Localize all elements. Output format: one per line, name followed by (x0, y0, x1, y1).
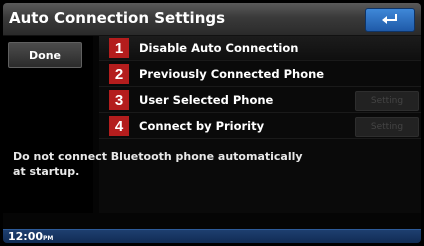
clock-time: 12:00 (8, 230, 44, 243)
status-bar: 12:00PM (3, 229, 421, 243)
option-description: Do not connect Bluetooth phone automatic… (13, 150, 303, 178)
option-previously-connected-phone[interactable]: 2 Previously Connected Phone (99, 62, 421, 87)
option-user-selected-phone[interactable]: 3 User Selected Phone Setting (99, 88, 421, 113)
page-title: Auto Connection Settings (9, 9, 226, 27)
title-bar: Auto Connection Settings (3, 3, 421, 36)
option-number-badge: 4 (109, 116, 129, 136)
option-disable-auto-connection[interactable]: 1 Disable Auto Connection (99, 36, 421, 61)
setting-button[interactable]: Setting (355, 117, 419, 137)
left-panel: Done (3, 36, 93, 213)
option-label: Connect by Priority (139, 119, 265, 133)
option-number-badge: 1 (109, 38, 129, 58)
option-label: User Selected Phone (139, 93, 274, 107)
option-connect-by-priority[interactable]: 4 Connect by Priority Setting (99, 114, 421, 139)
option-number-badge: 3 (109, 90, 129, 110)
option-number-badge: 2 (109, 64, 129, 84)
option-label: Disable Auto Connection (139, 41, 299, 55)
options-list: 1 Disable Auto Connection 2 Previously C… (99, 36, 421, 213)
done-button[interactable]: Done (8, 42, 82, 68)
setting-button[interactable]: Setting (355, 91, 419, 111)
option-label: Previously Connected Phone (139, 67, 325, 81)
back-button[interactable] (365, 8, 415, 32)
clock-ampm: PM (43, 235, 54, 242)
screen: Auto Connection Settings Done 1 Disable … (3, 3, 421, 243)
return-arrow-icon (382, 14, 397, 24)
clock: 12:00PM (8, 230, 53, 243)
